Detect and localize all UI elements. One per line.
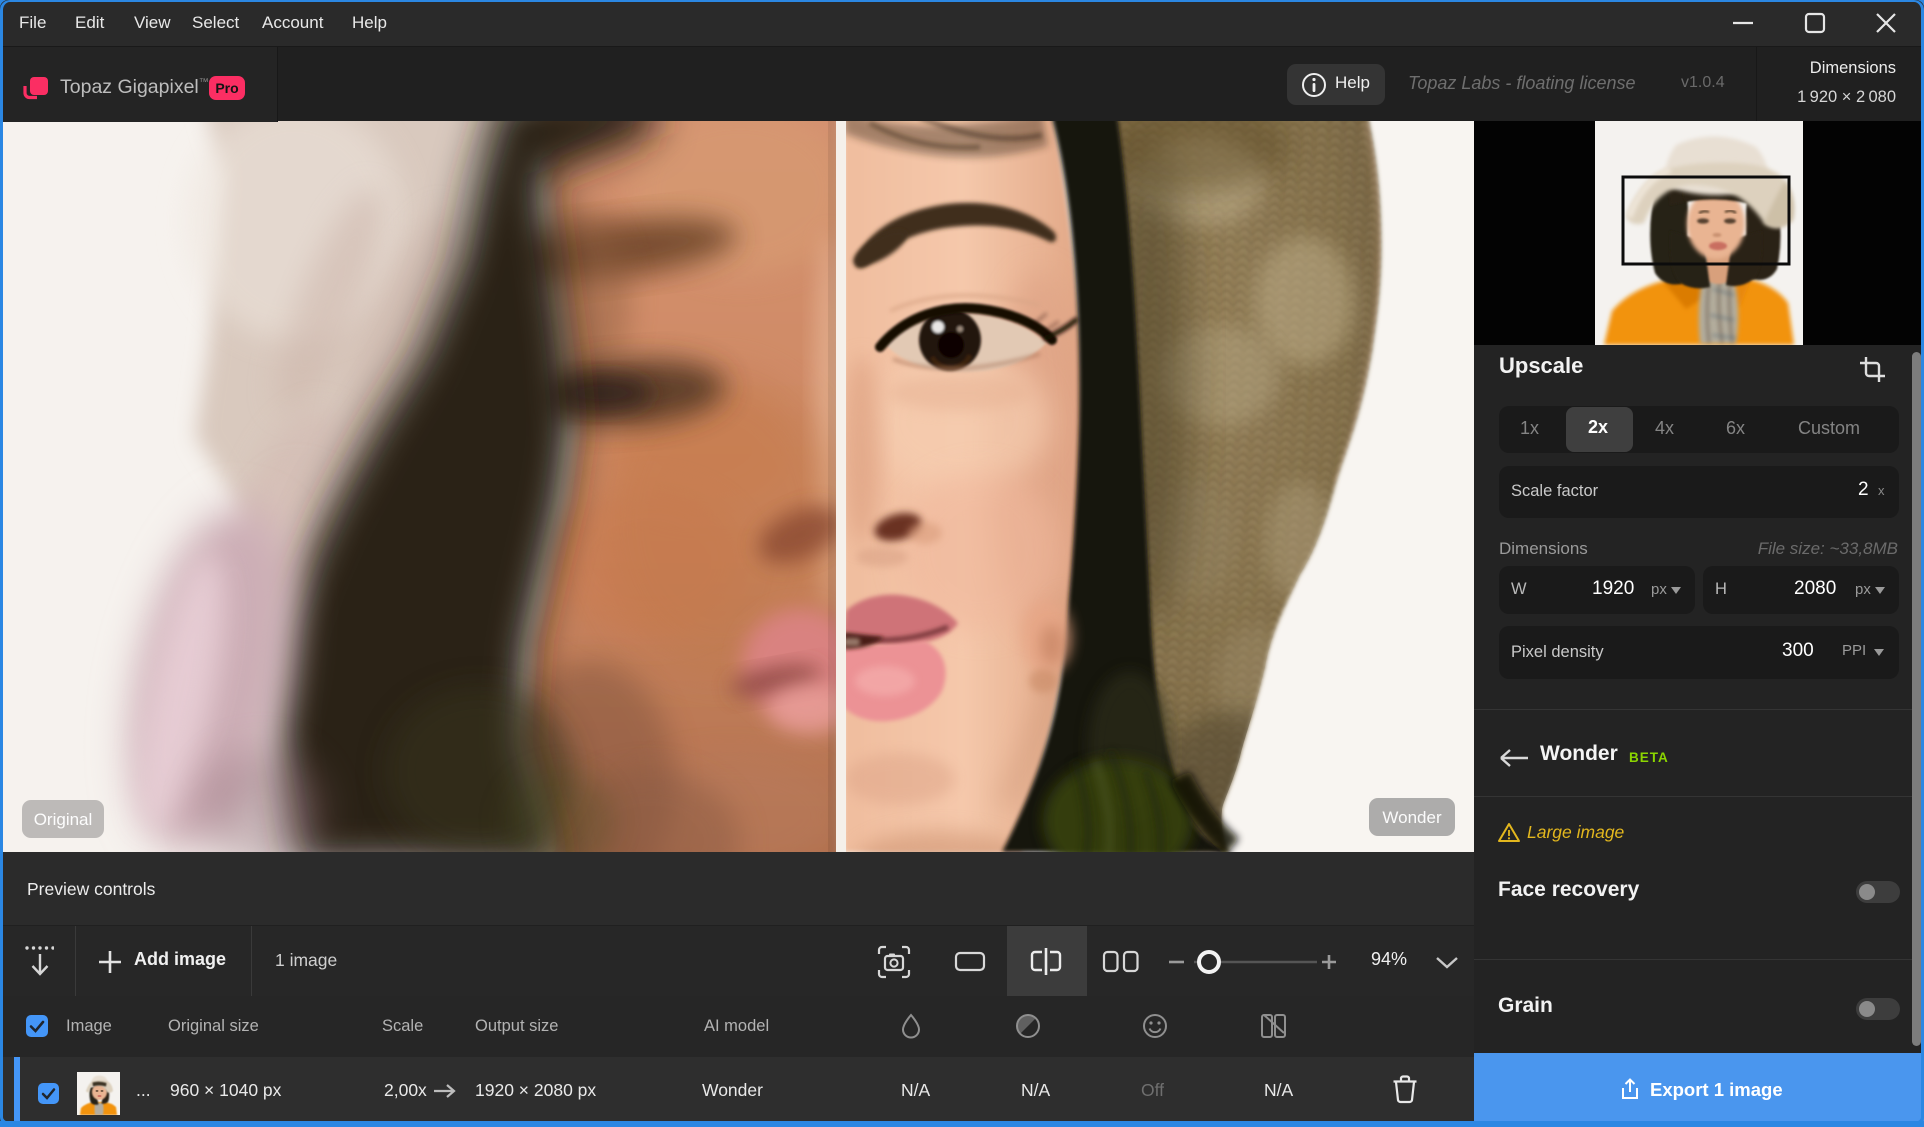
- svg-text:Wonder: Wonder: [1382, 808, 1442, 827]
- svg-text:Original: Original: [34, 810, 93, 829]
